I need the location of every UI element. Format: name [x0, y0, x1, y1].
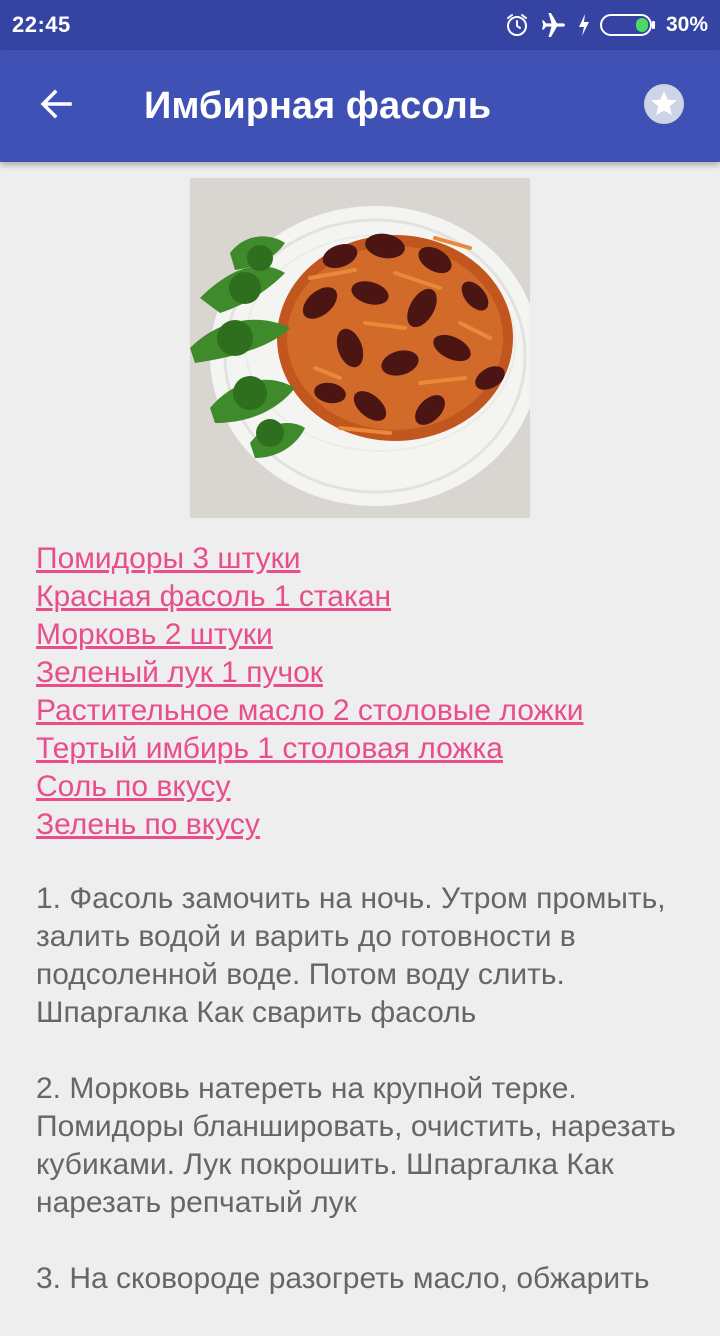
recipe-step: 3. На сковороде разогреть масло, обжарит… — [36, 1262, 650, 1295]
star-icon — [642, 82, 686, 131]
ingredient-link[interactable]: Помидоры 3 штуки — [36, 540, 706, 578]
alarm-icon — [504, 12, 530, 38]
ingredient-link[interactable]: Зелень по вкусу — [36, 806, 706, 844]
ingredient-link[interactable]: Красная фасоль 1 стакан — [36, 578, 706, 616]
ingredient-link[interactable]: Морковь 2 штуки — [36, 616, 706, 654]
ingredient-link[interactable]: Растительное масло 2 столовые ложки — [36, 692, 706, 730]
charging-icon — [578, 13, 590, 37]
battery-icon — [599, 13, 656, 37]
favorite-button[interactable] — [640, 82, 688, 130]
status-time: 22:45 — [12, 12, 71, 37]
status-icons: 30% — [504, 12, 708, 38]
app-bar: Имбирная фасоль — [0, 50, 720, 162]
dish-photo — [190, 178, 540, 518]
arrow-back-icon — [38, 86, 74, 127]
recipe-step: 1. Фасоль замочить на ночь. Утром промыт… — [36, 882, 666, 1029]
recipe-steps: 1. Фасоль замочить на ночь. Утром промыт… — [36, 880, 708, 1336]
ingredients-list: Помидоры 3 штуки Красная фасоль 1 стакан… — [36, 540, 706, 844]
page-title: Имбирная фасоль — [144, 85, 492, 127]
back-button[interactable] — [24, 80, 88, 132]
battery-percentage: 30% — [665, 13, 708, 36]
ingredient-link[interactable]: Соль по вкусу — [36, 768, 706, 806]
ingredient-link[interactable]: Тертый имбирь 1 столовая ложка — [36, 730, 706, 768]
recipe-step: 2. Морковь натереть на крупной терке. По… — [36, 1072, 676, 1219]
ingredient-link[interactable]: Зеленый лук 1 пучок — [36, 654, 706, 692]
airplane-icon — [540, 12, 568, 38]
status-bar: 22:45 30% — [0, 0, 720, 50]
